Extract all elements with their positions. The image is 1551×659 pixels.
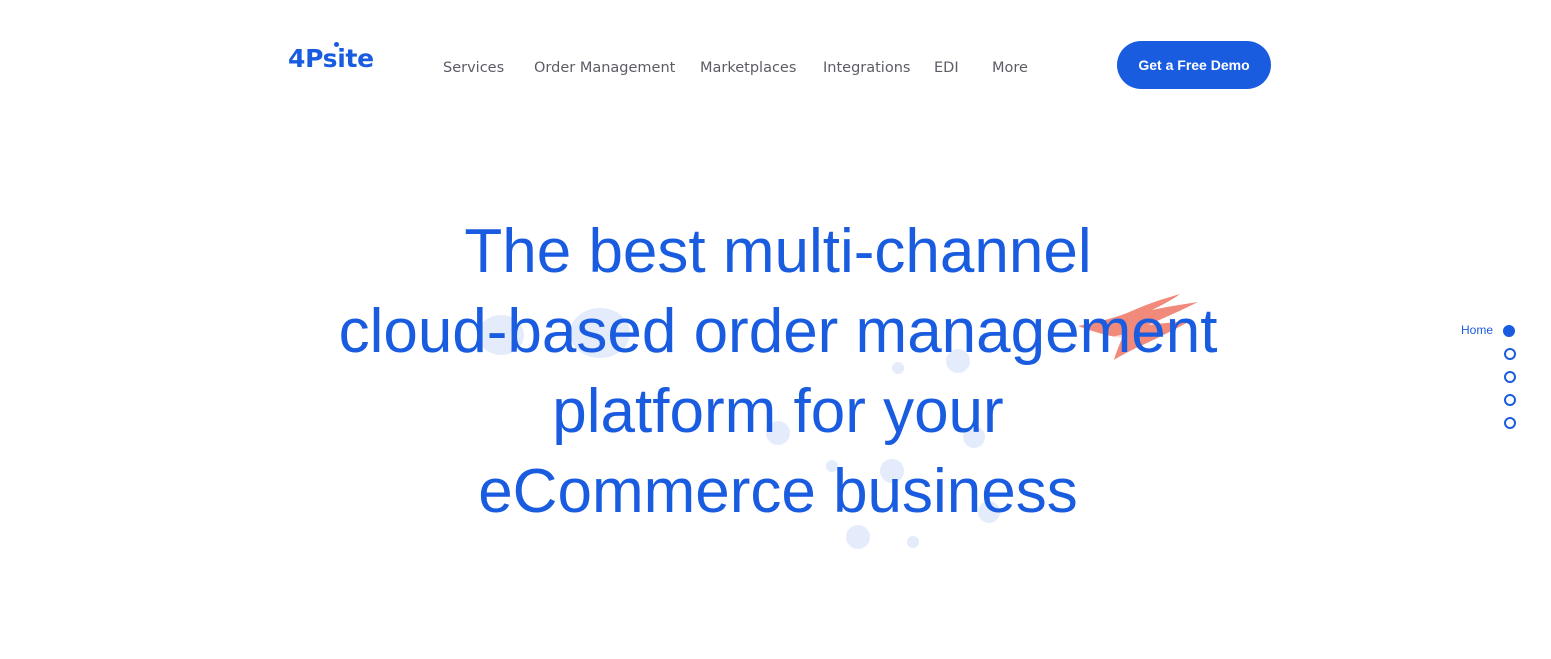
nav-item-more[interactable]: More [992,58,1028,78]
hero-headline: The best multi-channel cloud-based order… [0,212,1551,532]
nav-item-order-management[interactable]: Order Management [534,58,675,78]
side-nav-dot-5[interactable] [1504,417,1516,429]
nav-item-integrations[interactable]: Integrations [823,58,910,78]
side-nav-dot-home[interactable] [1503,325,1515,337]
side-nav-dot-4[interactable] [1504,394,1516,406]
hero-line-3: platform for your [552,377,1004,446]
hero-line-4: eCommerce business [478,457,1078,526]
site-logo[interactable]: 4Psite [288,46,374,71]
decor-bubble [907,536,919,548]
nav-item-edi[interactable]: EDI [934,58,959,78]
nav-item-services[interactable]: Services [443,58,504,78]
hero-line-2: cloud-based order management [338,297,1218,366]
hero-line-1: The best multi-channel [464,217,1092,286]
side-nav-dot-3[interactable] [1504,371,1516,383]
nav-item-marketplaces[interactable]: Marketplaces [700,58,796,78]
side-nav-active-label[interactable]: Home [1440,323,1493,337]
get-free-demo-button[interactable]: Get a Free Demo [1117,41,1271,89]
logo-dot-icon [334,42,339,47]
side-nav-dot-2[interactable] [1504,348,1516,360]
